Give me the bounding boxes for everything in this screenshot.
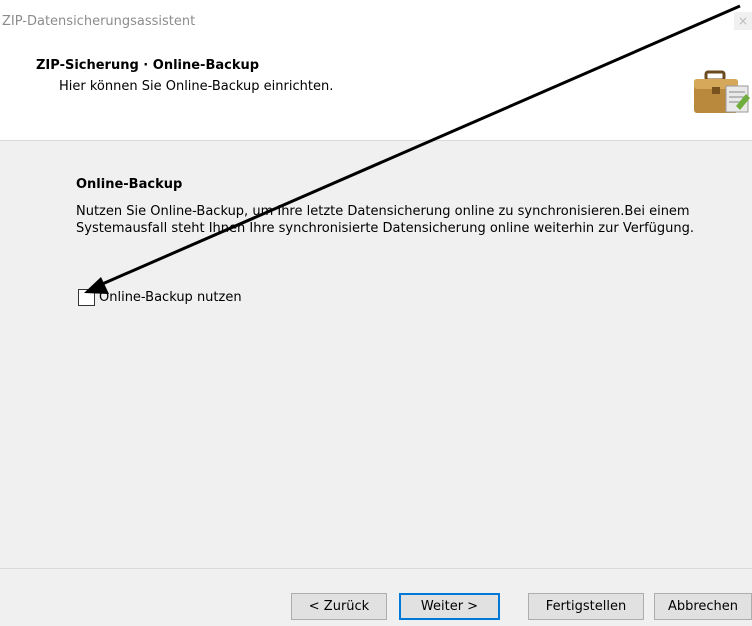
wizard-header: ZIP-Sicherung · Online-Backup Hier könne… [0,44,752,141]
back-button[interactable]: < Zurück [291,593,387,620]
window-title: ZIP-Datensicherungsassistent [2,14,196,29]
cancel-button[interactable]: Abbrechen [654,593,752,620]
wizard-footer: < Zurück Weiter > Fertigstellen Abbreche… [0,569,752,626]
close-button[interactable]: × [734,12,752,30]
online-backup-checkbox[interactable] [78,288,95,306]
online-backup-option[interactable]: Online-Backup nutzen [78,288,242,306]
section-description: Nutzen Sie Online-Backup, um Ihre letzte… [76,204,694,236]
wizard-content: Online-Backup Nutzen Sie Online-Backup, … [0,141,752,568]
section-heading: Online-Backup [76,177,183,192]
online-backup-checkbox-label[interactable]: Online-Backup nutzen [99,290,242,305]
next-button[interactable]: Weiter > [399,593,500,620]
title-bar: ZIP-Datensicherungsassistent × [0,0,752,44]
page-subtitle: Hier können Sie Online-Backup einrichten… [59,79,334,94]
finish-button[interactable]: Fertigstellen [528,593,644,620]
briefcase-icon [694,70,750,113]
page-title: ZIP-Sicherung · Online-Backup [36,58,260,73]
